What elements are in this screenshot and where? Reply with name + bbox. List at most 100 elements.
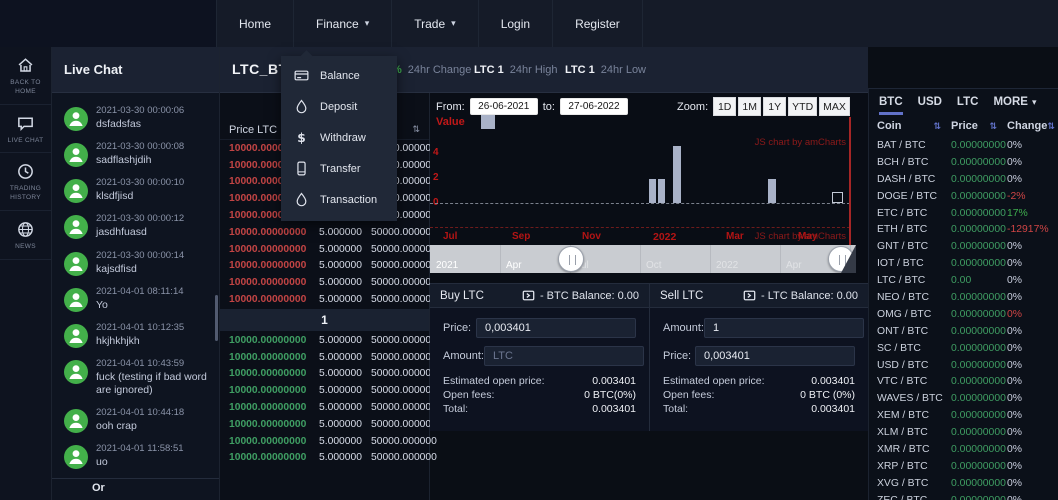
- market-row-eth-btc[interactable]: ETH / BTC0.00000000-12917%: [869, 221, 1058, 238]
- market-change: 0%: [1007, 376, 1058, 387]
- market-row-zec-btc[interactable]: ZEC / BTC0.000000000%: [869, 492, 1058, 500]
- sort-icon[interactable]: ⇅: [412, 124, 420, 135]
- chat-header: Live Chat: [52, 47, 219, 93]
- sort-icon[interactable]: ⇅: [1047, 121, 1055, 132]
- sidebar-item-back-to-home[interactable]: BACK TO HOME: [0, 47, 51, 105]
- summary-value: 0.003401: [811, 374, 855, 388]
- orderbook-bid-row[interactable]: 10000.000000005.00000050000.000000: [220, 399, 429, 416]
- card-icon: [294, 68, 309, 83]
- droplet-icon: [294, 99, 309, 114]
- market-row-bch-btc[interactable]: BCH / BTC0.000000000%: [869, 154, 1058, 171]
- chat-text: hkjhkhjkh: [96, 335, 211, 348]
- orderbook-bid-row[interactable]: 10000.000000005.00000050000.000000: [220, 366, 429, 383]
- market-row-neo-btc[interactable]: NEO / BTC0.000000000%: [869, 289, 1058, 306]
- amcharts-watermark: JS chart by amCharts: [755, 231, 846, 242]
- market-list-panel: BTCUSDLTCMORE▾ Coin⇅ Price⇅ Change⇅ BAT …: [868, 88, 1058, 500]
- market-row-gnt-btc[interactable]: GNT / BTC0.000000000%: [869, 238, 1058, 255]
- orderbook-bid-row[interactable]: 10000.000000005.00000050000.000000: [220, 349, 429, 366]
- market-row-waves-btc[interactable]: WAVES / BTC0.000000000%: [869, 390, 1058, 407]
- market-row-omg-btc[interactable]: OMG / BTC0.000000000%: [869, 306, 1058, 323]
- orderbook-bid-row[interactable]: 10000.000000005.00000050000.000000: [220, 450, 429, 467]
- sidebar-item-live-chat[interactable]: LIVE CHAT: [0, 105, 51, 154]
- summary-row: Total:0.003401: [443, 402, 636, 416]
- market-row-iot-btc[interactable]: IOT / BTC0.000000000%: [869, 255, 1058, 272]
- chart-cursor-line: [849, 117, 851, 245]
- menu-item-balance[interactable]: Balance: [281, 60, 397, 91]
- tab-usd[interactable]: USD: [918, 96, 942, 115]
- user-avatar-icon: [64, 143, 88, 167]
- market-row-ltc-btc[interactable]: LTC / BTC0.000%: [869, 272, 1058, 289]
- market-row-dash-btc[interactable]: DASH / BTC0.000000000%: [869, 171, 1058, 188]
- market-row-xem-btc[interactable]: XEM / BTC0.000000000%: [869, 407, 1058, 424]
- market-coin: BCH / BTC: [877, 157, 951, 168]
- buy-amount-input[interactable]: [484, 346, 644, 366]
- col-price: Price: [951, 120, 978, 132]
- menu-item-transaction[interactable]: Transaction: [281, 184, 397, 215]
- nav-item-trade[interactable]: Trade▾: [391, 0, 477, 47]
- nav-item-finance[interactable]: Finance▾: [293, 0, 391, 47]
- orderbook-ask-row[interactable]: 10000.000000005.00000050000.000000: [220, 258, 429, 275]
- nav-item-login[interactable]: Login: [478, 0, 552, 47]
- orderbook-bid-row[interactable]: 10000.000000005.00000050000.000000: [220, 433, 429, 450]
- tab-ltc[interactable]: LTC: [957, 96, 979, 115]
- market-row-ont-btc[interactable]: ONT / BTC0.000000000%: [869, 323, 1058, 340]
- market-row-etc-btc[interactable]: ETC / BTC0.0000000017%: [869, 205, 1058, 222]
- menu-item-deposit[interactable]: Deposit: [281, 91, 397, 122]
- chat-scrollbar[interactable]: [215, 295, 218, 341]
- orderbook-total: 50000.000000: [371, 294, 437, 305]
- pair-low-label: 24hr Low: [601, 64, 646, 76]
- tab-btc[interactable]: BTC: [879, 96, 903, 115]
- sidebar-item-label: TRADING HISTORY: [2, 185, 49, 203]
- nav-item-register[interactable]: Register: [552, 0, 643, 47]
- market-change: 0%: [1007, 174, 1058, 185]
- sidebar-item-trading-history[interactable]: TRADING HISTORY: [0, 153, 51, 211]
- market-row-xmr-btc[interactable]: XMR / BTC0.000000000%: [869, 441, 1058, 458]
- scrollbar-handle-left[interactable]: [558, 246, 584, 272]
- x-axis-tick: Mar: [726, 231, 744, 242]
- chat-timestamp: 2021-03-30 00:00:10: [96, 177, 211, 188]
- orderbook-bid-row[interactable]: 10000.000000005.00000050000.000000: [220, 382, 429, 399]
- market-row-doge-btc[interactable]: DOGE / BTC0.00000000-2%: [869, 188, 1058, 205]
- market-price: 0.00000000: [951, 157, 1007, 168]
- market-row-sc-btc[interactable]: SC / BTC0.000000000%: [869, 340, 1058, 357]
- orderbook-price: 10000.00000000: [229, 385, 319, 396]
- chat-message: 2021-03-30 00:00:10klsdfjisd: [52, 172, 219, 208]
- market-row-xlm-btc[interactable]: XLM / BTC0.000000000%: [869, 424, 1058, 441]
- market-row-xvg-btc[interactable]: XVG / BTC0.000000000%: [869, 475, 1058, 492]
- nav-item-home[interactable]: Home: [216, 0, 293, 47]
- chart-range-scrollbar[interactable]: 2021AprJulOct2022Apr: [430, 245, 856, 273]
- chat-text: Yo: [96, 299, 211, 312]
- chat-message-list[interactable]: 2021-03-30 00:00:06dsfadsfas2021-03-30 0…: [52, 93, 219, 478]
- chat-text: dsfadsfas: [96, 118, 211, 131]
- menu-item-transfer[interactable]: Transfer: [281, 153, 397, 184]
- sell-amount-input[interactable]: [704, 318, 864, 338]
- orderbook-bid-row[interactable]: 10000.000000005.00000050000.000000: [220, 416, 429, 433]
- orderbook-bid-row[interactable]: 10000.000000005.00000050000.000000: [220, 332, 429, 349]
- tab-more[interactable]: MORE▾: [993, 96, 1036, 115]
- sell-balance: - LTC Balance: 0.00: [743, 289, 858, 302]
- x-axis-tick: Jul: [443, 231, 457, 242]
- sort-icon[interactable]: ⇅: [989, 121, 997, 132]
- sort-icon[interactable]: ⇅: [933, 121, 941, 132]
- sidebar-item-news[interactable]: NEWS: [0, 211, 51, 260]
- market-coin: XVG / BTC: [877, 478, 951, 489]
- buy-summary: Estimated open price:0.003401Open fees:0…: [443, 374, 636, 416]
- chat-timestamp: 2021-04-01 10:44:18: [96, 407, 211, 418]
- chat-message: 2021-04-01 11:58:51uo: [52, 438, 219, 474]
- summary-value: 0.003401: [592, 402, 636, 416]
- nav-item-label: Finance: [316, 17, 359, 31]
- buy-price-input[interactable]: [476, 318, 636, 338]
- sell-price-input[interactable]: [695, 346, 855, 366]
- market-row-usd-btc[interactable]: USD / BTC0.000000000%: [869, 357, 1058, 374]
- market-row-vtc-btc[interactable]: VTC / BTC0.000000000%: [869, 373, 1058, 390]
- menu-item-withdraw[interactable]: $Withdraw: [281, 122, 397, 153]
- orderbook-ask-row[interactable]: 10000.000000005.00000050000.000000: [220, 291, 429, 308]
- orderbook-ask-row[interactable]: 10000.000000005.00000050000.000000: [220, 274, 429, 291]
- sell-panel-header: Sell LTC - LTC Balance: 0.00: [650, 284, 868, 308]
- market-row-bat-btc[interactable]: BAT / BTC0.000000000%: [869, 137, 1058, 154]
- orderbook-page[interactable]: 1: [220, 309, 429, 331]
- orderbook-price: 10000.00000000: [229, 452, 319, 463]
- orderbook-ask-row[interactable]: 10000.000000005.00000050000.000000: [220, 241, 429, 258]
- orderbook-ask-row[interactable]: 10000.000000005.00000050000.000000: [220, 224, 429, 241]
- market-row-xrp-btc[interactable]: XRP / BTC0.000000000%: [869, 458, 1058, 475]
